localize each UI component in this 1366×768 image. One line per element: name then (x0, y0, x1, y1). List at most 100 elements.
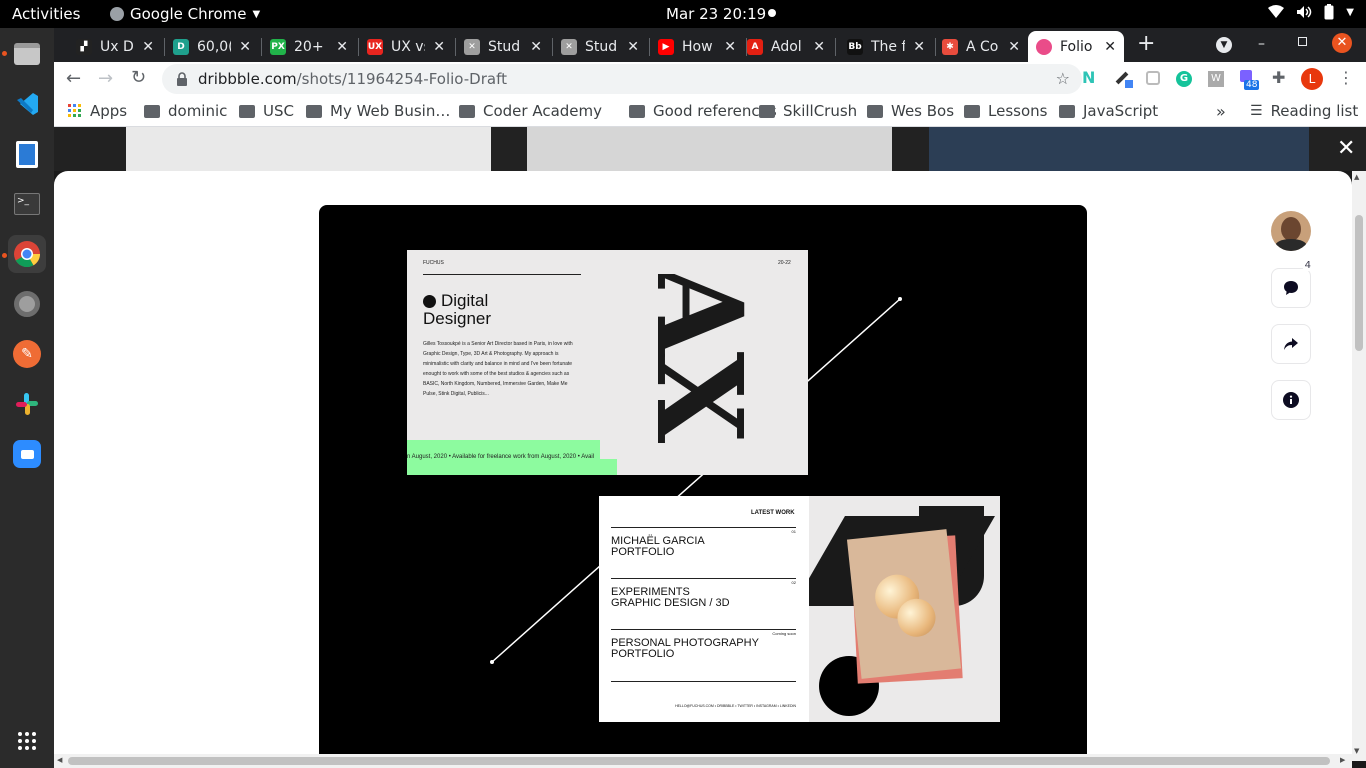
extension-n-icon[interactable]: N (1082, 70, 1096, 86)
profile-avatar[interactable]: L (1301, 68, 1323, 90)
extension-badge-icon[interactable]: 48 (1240, 70, 1260, 92)
comments-button[interactable]: 4 (1271, 260, 1314, 308)
bookmark-folder[interactable]: Good references (629, 102, 777, 120)
tab-10[interactable]: ✱ A Co ✕ (934, 31, 1028, 62)
vscode-icon[interactable] (8, 85, 46, 123)
horizontal-scroll-thumb[interactable] (68, 757, 1330, 765)
tab-close-icon[interactable]: ✕ (627, 39, 639, 55)
extensions-puzzle-icon[interactable]: ✚ (1272, 68, 1285, 87)
new-tab-button[interactable]: + (1137, 33, 1155, 55)
forward-button[interactable]: → (98, 68, 113, 89)
tab-favicon-icon: D (173, 38, 189, 55)
tab-close-icon[interactable]: ✕ (1104, 39, 1116, 55)
more-bookmarks-icon[interactable]: » (1216, 102, 1226, 121)
tab-search-icon[interactable]: ▼ (1216, 37, 1232, 53)
bookmark-folder[interactable]: JavaScript (1059, 102, 1158, 120)
tab-close-icon[interactable]: ✕ (530, 39, 542, 55)
tab-4[interactable]: UX UX vs ✕ (359, 31, 453, 62)
tab-close-icon[interactable]: ✕ (1008, 39, 1020, 55)
bookmark-folder-label: SkillCrush (783, 102, 858, 120)
slack-icon[interactable] (8, 385, 46, 423)
bookmark-folder[interactable]: Coder Academy (459, 102, 602, 120)
share-button[interactable] (1271, 324, 1311, 364)
tab-close-icon[interactable]: ✕ (913, 39, 925, 55)
minimize-button[interactable]: – (1258, 36, 1265, 52)
tab-11[interactable]: Folio ✕ (1028, 31, 1124, 62)
scroll-right-icon[interactable]: ▶ (1340, 756, 1345, 764)
tab-favicon-icon: ✱ (942, 38, 958, 55)
address-bar[interactable]: dribbble.com/shots/11964254-Folio-Draft … (162, 64, 1082, 94)
tab-2[interactable]: D 60,0( ✕ (165, 31, 259, 62)
tab-close-icon[interactable]: ✕ (142, 39, 154, 55)
tab-3[interactable]: PX 20+ F ✕ (262, 31, 356, 62)
grammarly-icon[interactable]: G (1176, 71, 1192, 87)
bookmark-folder[interactable]: Lessons (964, 102, 1047, 120)
text-editor-icon[interactable] (8, 135, 46, 173)
background-shot-thumbnail[interactable] (126, 127, 491, 171)
tab-close-icon[interactable]: ✕ (813, 39, 825, 55)
vertical-scroll-thumb[interactable] (1355, 215, 1363, 351)
bookmark-folder[interactable]: SkillCrush (759, 102, 857, 120)
tab-favicon-icon: PX (270, 38, 286, 55)
tab-close-icon[interactable]: ✕ (724, 39, 736, 55)
tab-close-icon[interactable]: ✕ (336, 39, 348, 55)
scroll-left-icon[interactable]: ◀ (57, 756, 62, 764)
bookmark-folder[interactable]: My Web Busin… (306, 102, 450, 120)
maximize-button[interactable] (1298, 37, 1307, 46)
tab-close-icon[interactable]: ✕ (239, 39, 251, 55)
show-applications-icon[interactable] (8, 722, 46, 760)
settings-icon[interactable] (8, 285, 46, 323)
close-window-button[interactable]: ✕ (1332, 33, 1352, 53)
back-button[interactable]: ← (66, 68, 81, 89)
tab-strip: ▞ Ux D ✕ D 60,0(✕ PX 20+ F ✕ UX UX vs ✕ ✕ Stud ✕ ✕ Stud… (54, 28, 1366, 62)
postman-icon[interactable]: ✎ (8, 335, 46, 373)
extension-react-icon[interactable] (1146, 71, 1160, 85)
ubuntu-dock: >_ ✎ (0, 28, 54, 768)
bookmark-folder[interactable]: USC (239, 102, 294, 120)
shot-image[interactable]: FUCHUS 20-22 Digital Designer Gilles Tos… (319, 205, 1087, 761)
bookmark-folder-label: JavaScript (1083, 102, 1159, 120)
bookmark-folder[interactable]: dominic (144, 102, 227, 120)
tab-9[interactable]: Bb The f ✕ (839, 31, 933, 62)
system-tray[interactable]: ▼ (1268, 4, 1354, 20)
card-brand: FUCHUS (423, 260, 444, 266)
tab-title: 60,0( (197, 38, 232, 55)
folder-icon (629, 104, 645, 118)
scroll-down-icon[interactable]: ▼ (1354, 747, 1359, 755)
scroll-up-icon[interactable]: ▲ (1354, 173, 1359, 181)
bookmark-folder[interactable]: Wes Bos (867, 102, 954, 120)
close-modal-icon[interactable]: ✕ (1337, 138, 1355, 160)
zoom-icon[interactable] (8, 435, 46, 473)
tab-7[interactable]: ▶ How ✕ (650, 31, 744, 62)
background-shot-thumbnail[interactable] (929, 127, 1309, 171)
photo-card-graphic (846, 529, 962, 679)
horizontal-scrollbar[interactable]: ◀ ▶ (54, 754, 1352, 768)
chrome-menu-icon[interactable]: ⋮ (1338, 68, 1354, 87)
gnome-top-bar: Activities Google Chrome ▼ Mar 23 20:19 … (0, 0, 1366, 28)
tab-6[interactable]: ✕ Stud ✕ (553, 31, 647, 62)
clock[interactable]: Mar 23 20:19 (666, 5, 766, 23)
extension-eyedropper-icon[interactable] (1115, 70, 1133, 88)
background-shot-thumbnail[interactable] (527, 127, 892, 171)
tab-8[interactable]: A Adol ✕ (739, 31, 833, 62)
designer-avatar[interactable] (1271, 211, 1311, 251)
info-button[interactable] (1271, 380, 1311, 420)
vertical-scrollbar[interactable]: ▲ ▼ (1352, 171, 1366, 761)
tab-5[interactable]: ✕ Stud ✕ (456, 31, 550, 62)
app-menu[interactable]: Google Chrome ▼ (110, 5, 260, 23)
reading-list-button[interactable]: ☰ Reading list (1250, 102, 1358, 120)
terminal-icon[interactable]: >_ (8, 185, 46, 223)
chrome-icon[interactable] (8, 235, 46, 273)
tab-close-icon[interactable]: ✕ (433, 39, 445, 55)
work-item: 01 MICHAËL GARCIA PORTFOLIO (611, 527, 796, 558)
apps-shortcut[interactable]: Apps (68, 102, 127, 120)
reload-button[interactable]: ↻ (131, 67, 146, 88)
tab-favicon-icon: ✕ (561, 38, 577, 55)
extension-w-icon[interactable]: W (1208, 71, 1224, 87)
tab-1[interactable]: ▞ Ux D ✕ (68, 31, 162, 62)
url-path: /shots/11964254-Folio-Draft (296, 70, 507, 88)
work-item-line2: PORTFOLIO (611, 546, 675, 558)
files-icon[interactable] (8, 35, 46, 73)
bookmark-star-icon[interactable]: ☆ (1056, 69, 1070, 88)
activities-button[interactable]: Activities (12, 5, 80, 23)
